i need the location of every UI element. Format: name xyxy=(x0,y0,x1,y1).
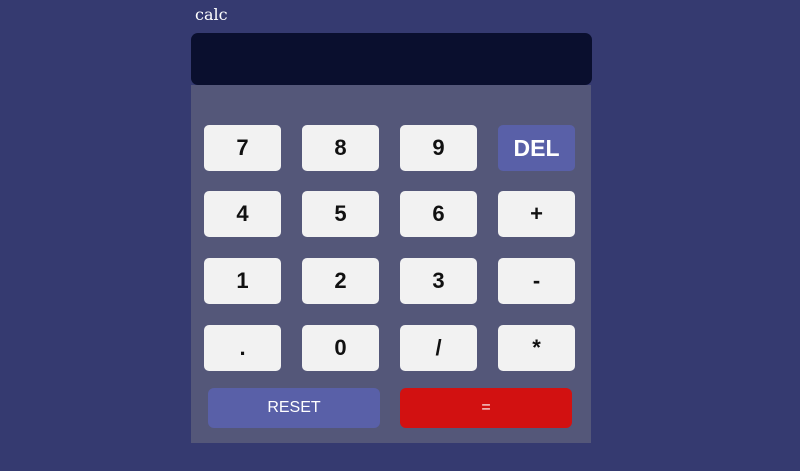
calculator-display xyxy=(191,33,592,85)
key-9[interactable]: 9 xyxy=(400,125,477,171)
equals-button[interactable]: = xyxy=(400,388,572,428)
key-decimal[interactable]: . xyxy=(204,325,281,371)
key-7[interactable]: 7 xyxy=(204,125,281,171)
key-multiply[interactable]: * xyxy=(498,325,575,371)
key-plus[interactable]: + xyxy=(498,191,575,237)
key-4[interactable]: 4 xyxy=(204,191,281,237)
key-8[interactable]: 8 xyxy=(302,125,379,171)
key-3[interactable]: 3 xyxy=(400,258,477,304)
key-divide[interactable]: / xyxy=(400,325,477,371)
key-0[interactable]: 0 xyxy=(302,325,379,371)
key-5[interactable]: 5 xyxy=(302,191,379,237)
key-2[interactable]: 2 xyxy=(302,258,379,304)
reset-button[interactable]: RESET xyxy=(208,388,380,428)
app-title: calc xyxy=(195,5,228,24)
key-minus[interactable]: - xyxy=(498,258,575,304)
calculator-page: calc 7 8 9 DEL 4 5 6 + 1 2 3 - . 0 / * R… xyxy=(0,0,800,471)
key-1[interactable]: 1 xyxy=(204,258,281,304)
delete-button[interactable]: DEL xyxy=(498,125,575,171)
keypad: 7 8 9 DEL 4 5 6 + 1 2 3 - . 0 / * RESET … xyxy=(191,85,591,443)
key-6[interactable]: 6 xyxy=(400,191,477,237)
